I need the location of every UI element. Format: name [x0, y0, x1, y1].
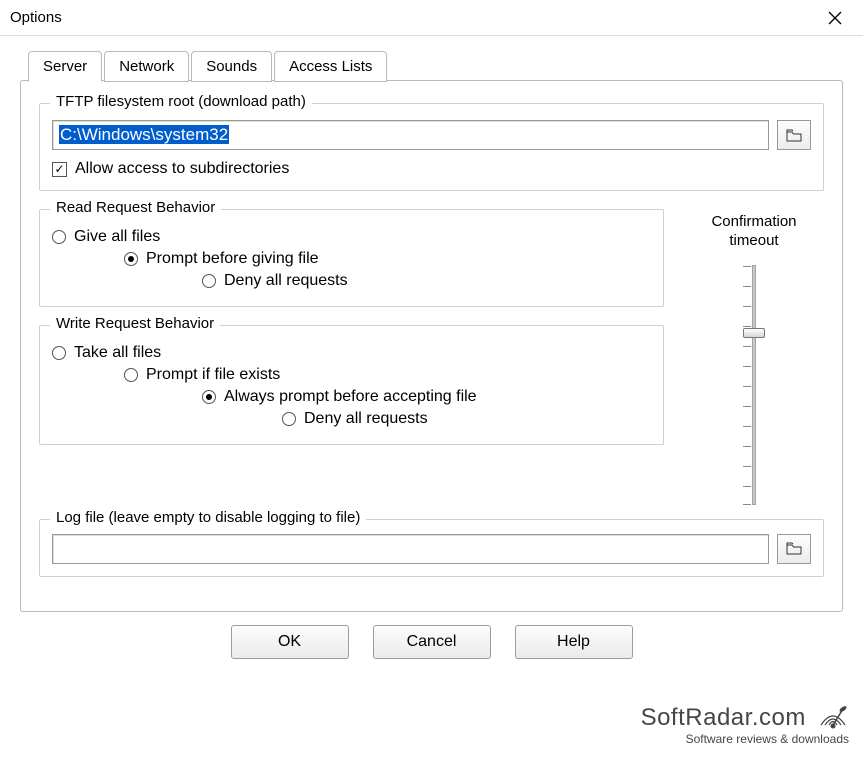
fsroot-path-input[interactable]: C:\Windows\system32: [52, 120, 769, 150]
watermark-brand: SoftRadar.com: [641, 704, 806, 731]
window-title: Options: [10, 9, 62, 26]
close-icon: [828, 11, 842, 25]
radar-icon: [817, 703, 849, 731]
write-option-always-prompt[interactable]: Always prompt before accepting file: [202, 388, 651, 406]
write-option-take-all[interactable]: Take all files: [52, 344, 651, 362]
read-option-deny[interactable]: Deny all requests: [202, 272, 651, 290]
titlebar: Options: [0, 0, 863, 36]
browse-logfile-button[interactable]: [777, 534, 811, 564]
dialog-button-row: OK Cancel Help: [20, 625, 843, 659]
radio-icon: [52, 346, 66, 360]
confirmation-timeout-panel: Confirmation timeout: [684, 209, 824, 515]
radio-label: Take all files: [74, 344, 161, 362]
tabstrip: Server Network Sounds Access Lists: [28, 50, 843, 81]
radio-icon: [202, 274, 216, 288]
radio-label: Prompt if file exists: [146, 366, 280, 384]
watermark-tagline: Software reviews & downloads: [641, 732, 849, 746]
slider-thumb[interactable]: [743, 328, 765, 338]
tab-panel-server: TFTP filesystem root (download path) C:\…: [20, 80, 843, 612]
folder-icon: [786, 542, 802, 555]
radio-icon: [52, 230, 66, 244]
tab-label: Network: [119, 58, 174, 75]
group-read-behavior: Read Request Behavior Give all files Pro…: [39, 209, 664, 307]
allow-subdirs-label: Allow access to subdirectories: [75, 160, 289, 178]
tab-network[interactable]: Network: [104, 51, 189, 82]
write-option-deny[interactable]: Deny all requests: [282, 410, 651, 428]
folder-icon: [786, 129, 802, 142]
group-legend: Read Request Behavior: [50, 199, 221, 216]
radio-label: Always prompt before accepting file: [224, 388, 477, 406]
tab-sounds[interactable]: Sounds: [191, 51, 272, 82]
radio-icon: [124, 252, 138, 266]
confirmation-timeout-label-2: timeout: [729, 232, 778, 249]
close-button[interactable]: [815, 3, 855, 33]
read-option-prompt[interactable]: Prompt before giving file: [124, 250, 651, 268]
group-fsroot: TFTP filesystem root (download path) C:\…: [39, 103, 824, 191]
confirmation-timeout-label-1: Confirmation: [711, 213, 796, 230]
write-option-prompt-exists[interactable]: Prompt if file exists: [124, 366, 651, 384]
radio-label: Deny all requests: [224, 272, 348, 290]
watermark: SoftRadar.com Software reviews & downloa…: [641, 703, 849, 746]
group-write-behavior: Write Request Behavior Take all files Pr…: [39, 325, 664, 445]
group-legend: Write Request Behavior: [50, 315, 220, 332]
tab-label: Server: [43, 58, 87, 75]
group-legend: Log file (leave empty to disable logging…: [50, 509, 366, 526]
confirmation-timeout-slider[interactable]: [752, 265, 756, 505]
group-logfile: Log file (leave empty to disable logging…: [39, 519, 824, 577]
radio-label: Give all files: [74, 228, 160, 246]
radio-icon: [282, 412, 296, 426]
fsroot-path-value: C:\Windows\system32: [59, 125, 229, 144]
allow-subdirs-checkbox[interactable]: ✓: [52, 162, 67, 177]
tab-server[interactable]: Server: [28, 51, 102, 82]
tab-access-lists[interactable]: Access Lists: [274, 51, 387, 82]
cancel-button[interactable]: Cancel: [373, 625, 491, 659]
browse-fsroot-button[interactable]: [777, 120, 811, 150]
radio-icon: [202, 390, 216, 404]
tab-label: Sounds: [206, 58, 257, 75]
ok-button[interactable]: OK: [231, 625, 349, 659]
read-option-give-all[interactable]: Give all files: [52, 228, 651, 246]
tab-label: Access Lists: [289, 58, 372, 75]
help-button[interactable]: Help: [515, 625, 633, 659]
group-legend: TFTP filesystem root (download path): [50, 93, 312, 110]
radio-label: Deny all requests: [304, 410, 428, 428]
radio-icon: [124, 368, 138, 382]
logfile-input[interactable]: [52, 534, 769, 564]
radio-label: Prompt before giving file: [146, 250, 319, 268]
